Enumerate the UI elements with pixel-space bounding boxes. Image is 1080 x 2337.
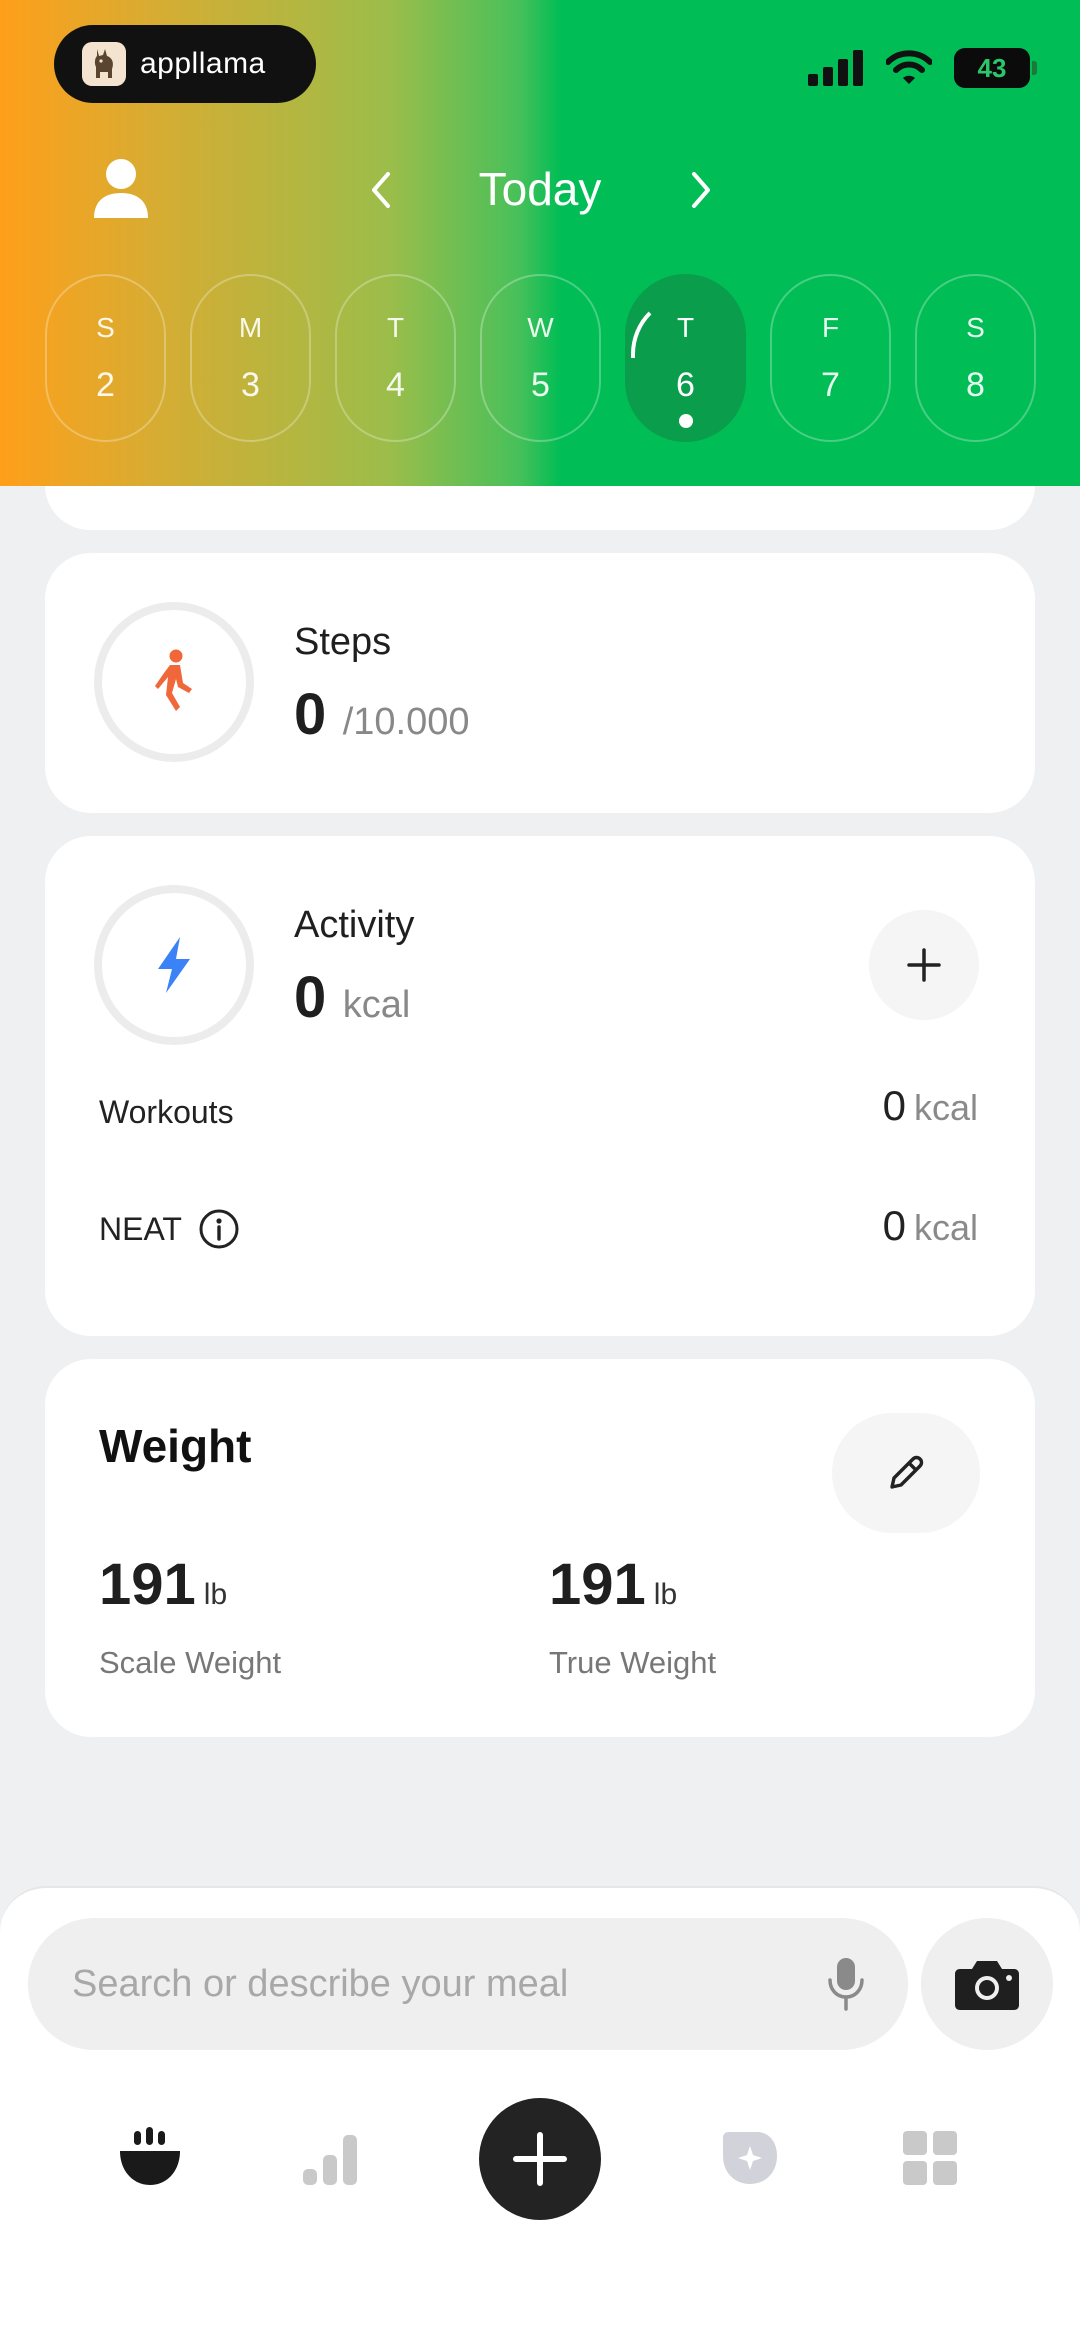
camera-button[interactable] xyxy=(921,1918,1053,2050)
activity-unit: kcal xyxy=(342,984,411,1026)
day-fri[interactable]: F 7 xyxy=(770,274,891,442)
neat-value: 0 kcal xyxy=(883,1202,978,1250)
week-day-selector: S 2 M 3 T 4 W 5 T 6 F 7 S 8 xyxy=(45,274,1036,442)
day-number: 2 xyxy=(96,366,115,404)
activity-title: Activity xyxy=(294,904,415,946)
profile-icon[interactable] xyxy=(92,158,150,220)
meals-icon xyxy=(120,2127,180,2185)
day-number: 7 xyxy=(821,366,840,404)
day-sat[interactable]: S 8 xyxy=(915,274,1036,442)
insights-icon xyxy=(723,2132,777,2184)
add-activity-button[interactable] xyxy=(869,910,979,1020)
steps-value-row: 0 /10.000 xyxy=(294,681,470,748)
camera-icon xyxy=(955,1961,1019,2010)
workouts-value: 0 kcal xyxy=(883,1082,978,1130)
day-tue[interactable]: T 4 xyxy=(335,274,456,442)
day-letter: M xyxy=(238,312,263,343)
tab-more[interactable] xyxy=(892,2118,968,2198)
add-icon xyxy=(513,2132,567,2186)
tab-stats[interactable] xyxy=(292,2118,368,2198)
activity-progress-ring xyxy=(94,885,254,1045)
true-weight-unit: lb xyxy=(653,1578,678,1611)
steps-title: Steps xyxy=(294,621,392,663)
day-wed[interactable]: W 5 xyxy=(480,274,601,442)
tab-bar xyxy=(0,2098,1080,2248)
day-number: 6 xyxy=(676,366,695,404)
activity-card[interactable]: Activity 0 kcal Workouts 0 kcal NEAT 0 kca… xyxy=(45,836,1035,1336)
steps-progress-ring xyxy=(94,602,254,762)
chevron-left-icon[interactable] xyxy=(364,170,400,210)
neat-row: NEAT xyxy=(99,1208,240,1250)
activity-value-row: 0 kcal xyxy=(294,964,410,1031)
chevron-right-icon[interactable] xyxy=(682,170,718,210)
signal-icon xyxy=(808,50,863,86)
day-number: 8 xyxy=(966,366,985,404)
battery-level: 43 xyxy=(977,52,1007,83)
true-weight-label: True Weight xyxy=(549,1645,717,1680)
day-letter: S xyxy=(96,312,115,343)
neat-unit: kcal xyxy=(913,1207,978,1248)
steps-card[interactable]: Steps 0 /10.000 xyxy=(45,553,1035,813)
add-entry-button[interactable] xyxy=(479,2098,601,2220)
scale-weight-value-row: 191 lb xyxy=(99,1551,227,1618)
info-icon[interactable] xyxy=(198,1208,240,1250)
walking-icon xyxy=(155,649,192,711)
scale-weight-label: Scale Weight xyxy=(99,1645,282,1680)
neat-label: NEAT xyxy=(99,1210,182,1247)
day-letter: S xyxy=(966,312,985,343)
day-letter: T xyxy=(676,312,695,343)
plus-icon xyxy=(907,948,941,982)
bottom-bar xyxy=(0,1886,1080,2337)
workouts-kcal: 0 xyxy=(882,1082,906,1129)
edit-weight-button[interactable] xyxy=(832,1413,980,1533)
meal-search-input[interactable] xyxy=(72,1962,772,2006)
true-weight-value: 191 xyxy=(549,1552,646,1617)
day-letter: F xyxy=(821,312,840,343)
neat-kcal: 0 xyxy=(882,1202,906,1249)
llama-logo-icon xyxy=(82,42,126,86)
header: appllama 43 Today S 2 M 3 T 4 W 5 T 6 F … xyxy=(0,0,1080,486)
day-number: 4 xyxy=(386,366,405,404)
tab-meals[interactable] xyxy=(112,2118,188,2198)
day-sun[interactable]: S 2 xyxy=(45,274,166,442)
battery-icon: 43 xyxy=(954,48,1037,88)
weight-title: Weight xyxy=(99,1420,252,1472)
workouts-label: Workouts xyxy=(99,1094,234,1130)
true-weight-value-row: 191 lb xyxy=(549,1551,677,1618)
day-number: 5 xyxy=(531,366,550,404)
steps-value: 0 xyxy=(294,682,327,747)
app-name: appllama xyxy=(140,47,266,80)
selected-day-dot xyxy=(678,414,693,428)
day-mon[interactable]: M 3 xyxy=(190,274,311,442)
steps-goal: /10.000 xyxy=(342,701,470,743)
day-number: 3 xyxy=(241,366,260,404)
scale-weight-value: 191 xyxy=(99,1552,196,1617)
more-icon xyxy=(903,2131,957,2185)
pencil-icon xyxy=(890,1455,924,1489)
wifi-icon xyxy=(886,50,932,84)
lightning-icon xyxy=(158,937,190,993)
workouts-unit: kcal xyxy=(913,1087,978,1128)
tab-insights[interactable] xyxy=(712,2118,788,2198)
day-thu-selected[interactable]: T 6 xyxy=(625,274,746,442)
meal-search-bar[interactable] xyxy=(28,1918,908,2050)
stats-icon xyxy=(303,2135,357,2185)
microphone-icon[interactable] xyxy=(826,1956,866,2012)
day-letter: T xyxy=(386,312,405,343)
scale-weight-unit: lb xyxy=(203,1578,228,1611)
app-badge[interactable]: appllama xyxy=(54,25,316,103)
activity-value: 0 xyxy=(294,965,327,1030)
day-letter: W xyxy=(527,312,554,343)
status-icons: 43 xyxy=(808,48,1037,88)
weight-card[interactable]: Weight 191 lb Scale Weight 191 lb True Wei… xyxy=(45,1359,1035,1737)
date-title[interactable]: Today xyxy=(410,162,670,216)
